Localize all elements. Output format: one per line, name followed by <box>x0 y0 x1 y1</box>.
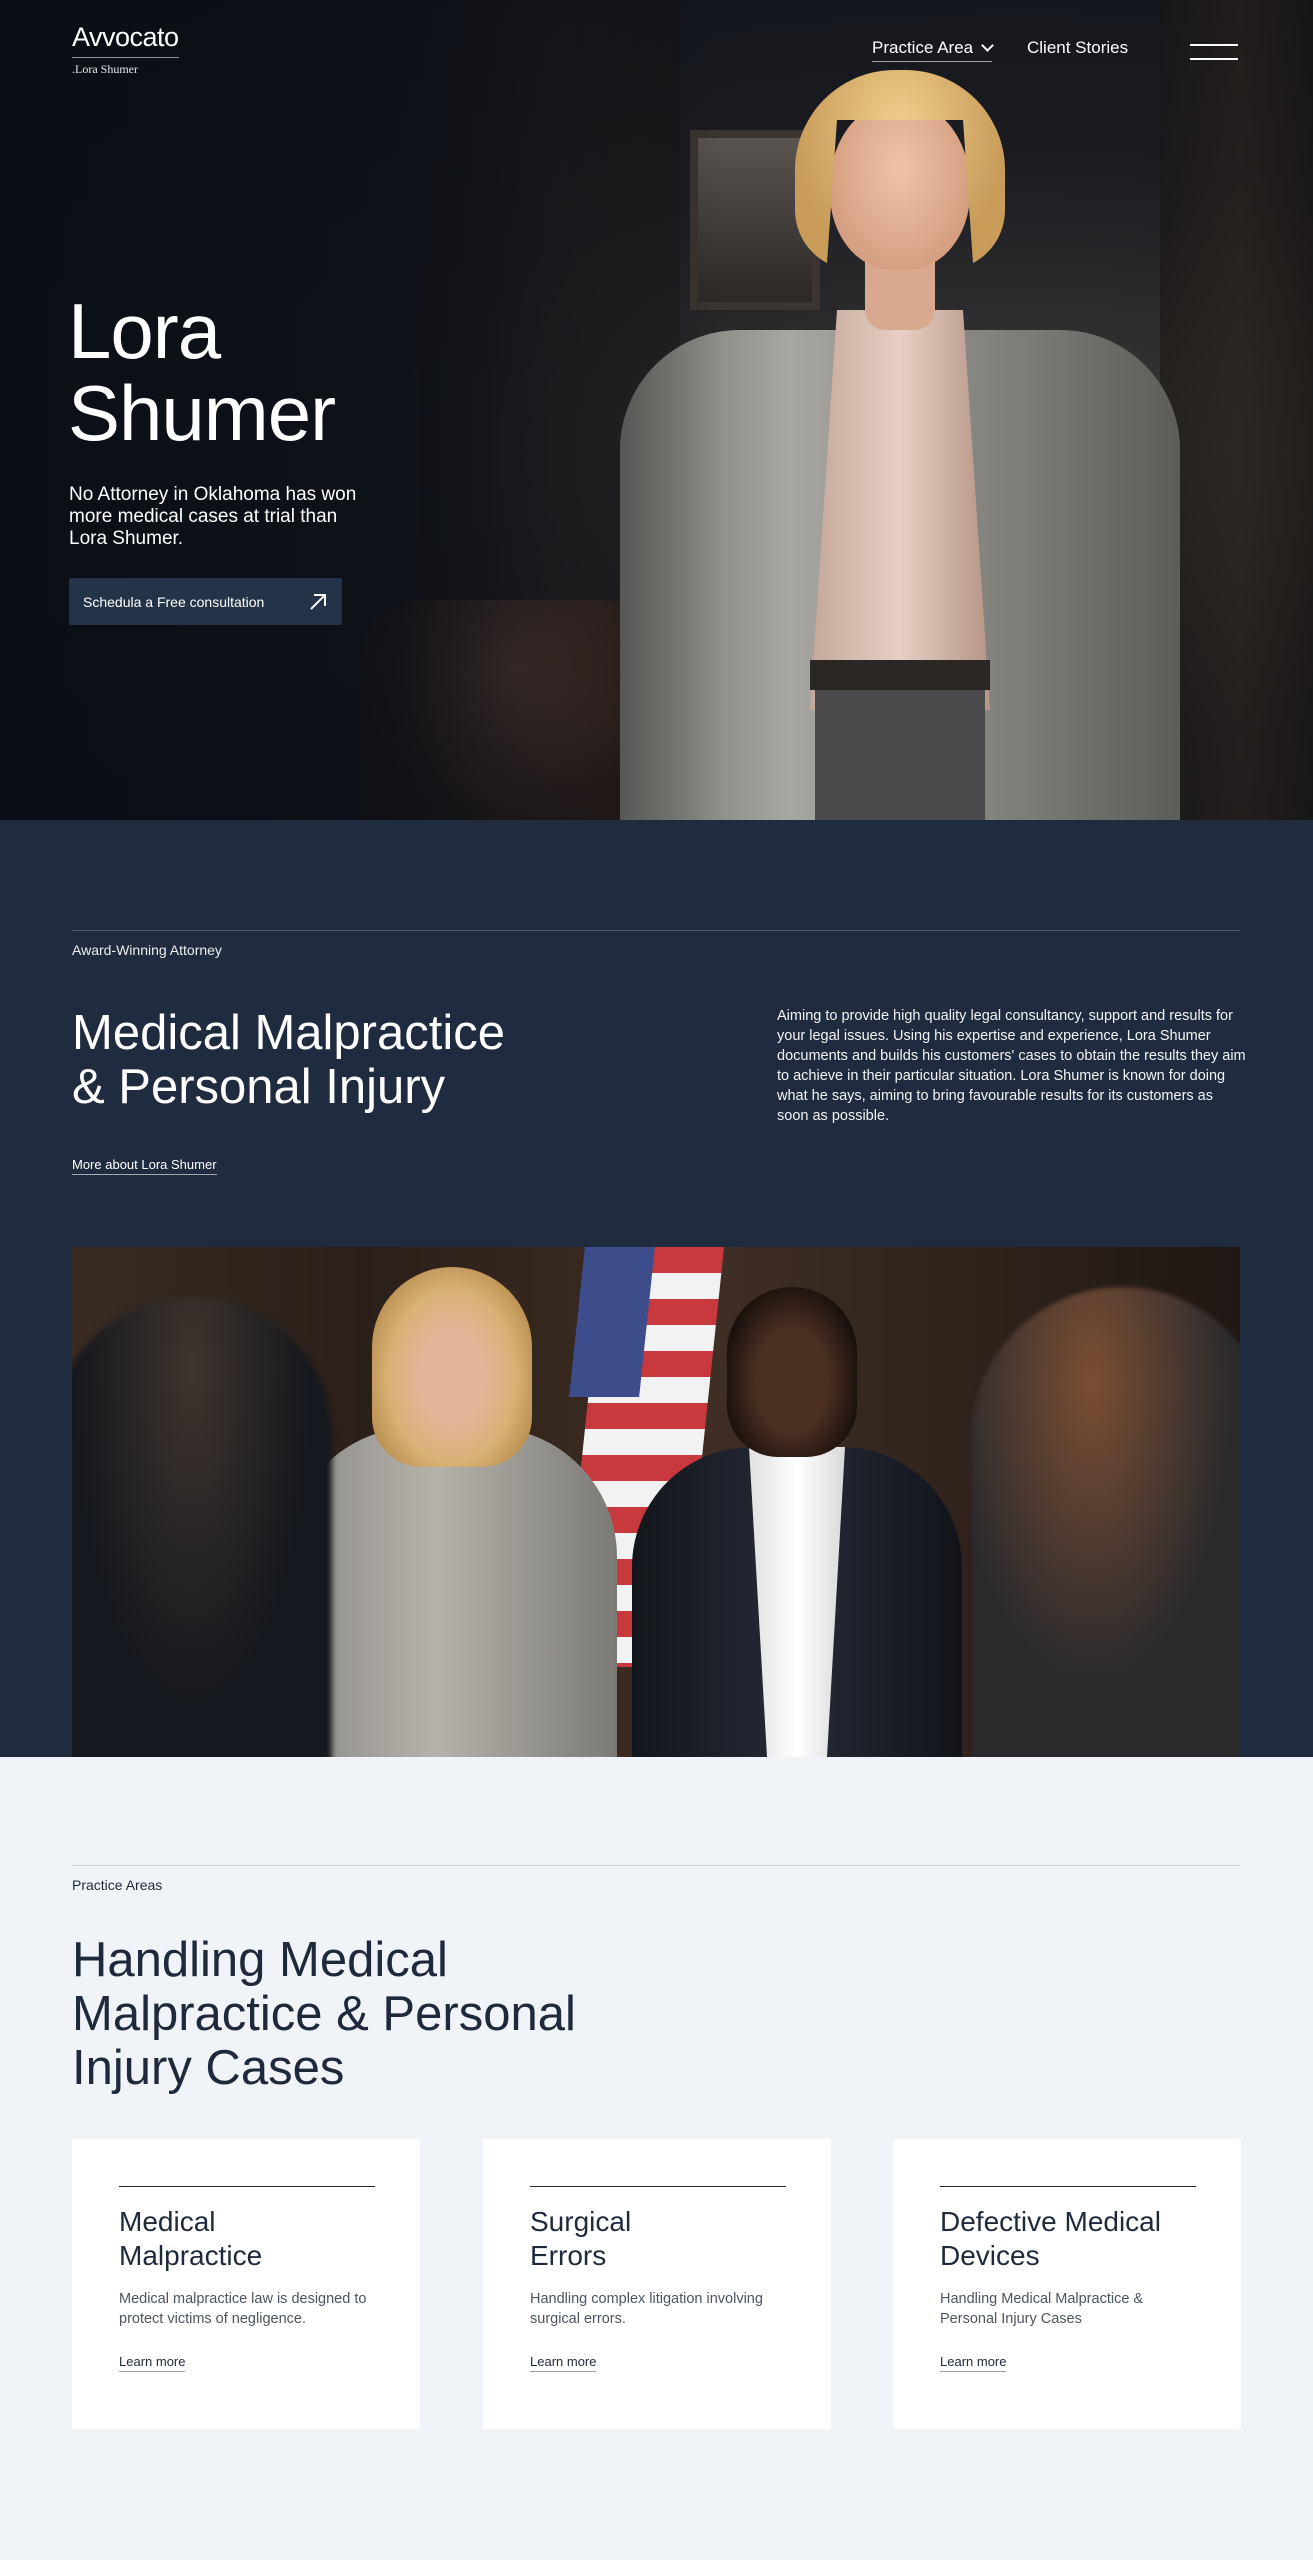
about-heading-line1: Medical Malpractice <box>72 1006 505 1060</box>
card-description: Handling Medical Malpractice & Personal … <box>940 2291 1144 2327</box>
about-paragraph: Aiming to provide high quality legal con… <box>777 1008 1246 1124</box>
nav-practice-area[interactable]: Practice Area <box>872 38 994 62</box>
card-title-line1: Medical <box>119 2206 216 2237</box>
brand-name: Avvocato <box>72 22 179 58</box>
about-heading-line2: & Personal Injury <box>72 1060 446 1114</box>
arrow-up-right-icon <box>310 593 326 610</box>
practice-card-medical-malpractice: Medical Malpractice Medical malpractice … <box>72 2139 420 2429</box>
card-title: Medical Malpractice <box>119 2205 374 2273</box>
hero-section: Avvocato .Lora Shumer Practice Area Clie… <box>0 0 1313 820</box>
about-section: Award-Winning Attorney Medical Malpracti… <box>0 820 1313 1757</box>
card-divider <box>119 2186 375 2187</box>
hero-title-line1: Lora <box>68 287 221 375</box>
divider <box>72 1865 1240 1866</box>
hero-title: Lora Shumer <box>68 290 468 454</box>
practice-card-defective-devices: Defective Medical Devices Handling Medic… <box>893 2139 1241 2429</box>
learn-more-link[interactable]: Learn more <box>530 2354 597 2372</box>
card-title: Defective Medical Devices <box>940 2205 1195 2273</box>
brand-logo[interactable]: Avvocato .Lora Shumer <box>72 22 179 77</box>
card-divider <box>940 2186 1196 2187</box>
learn-more-link[interactable]: Learn more <box>119 2354 186 2372</box>
consultation-button[interactable]: Schedula a Free consultation <box>69 578 342 625</box>
practice-card-surgical-errors: Surgical Errors Handling complex litigat… <box>483 2139 831 2429</box>
hero-description: No Attorney in Oklahoma has won more med… <box>69 484 357 549</box>
nav-client-stories[interactable]: Client Stories <box>1027 38 1128 58</box>
more-about-link[interactable]: More about Lora Shumer <box>72 1157 217 1175</box>
practice-eyebrow: Practice Areas <box>72 1877 163 1893</box>
about-eyebrow: Award-Winning Attorney <box>72 942 222 958</box>
practice-heading-line2: Malpractice & Personal <box>72 1987 576 2041</box>
card-title-line1: Defective Medical <box>940 2206 1161 2237</box>
about-heading: Medical Malpractice & Personal Injury <box>72 1006 592 1114</box>
practice-heading: Handling Medical Malpractice & Personal … <box>72 1933 652 2095</box>
card-title-line2: Devices <box>940 2240 1040 2271</box>
nav-practice-area-label: Practice Area <box>872 38 974 57</box>
hero-title-line2: Shumer <box>68 369 336 457</box>
card-title-line2: Errors <box>530 2240 607 2271</box>
chevron-down-icon <box>981 39 994 52</box>
practice-heading-line1: Handling Medical <box>72 1933 448 1987</box>
practice-areas-section: Practice Areas Handling Medical Malpract… <box>0 1757 1313 2560</box>
divider <box>72 930 1240 931</box>
card-description: Handling complex litigation involving su… <box>530 2291 763 2327</box>
learn-more-link[interactable]: Learn more <box>940 2354 1007 2372</box>
card-title-line1: Surgical <box>530 2206 632 2237</box>
card-title: Surgical Errors <box>530 2205 785 2273</box>
card-divider <box>530 2186 786 2187</box>
brand-tagline: .Lora Shumer <box>72 62 138 76</box>
practice-heading-line3: Injury Cases <box>72 2041 345 2095</box>
card-description: Medical malpractice law is designed to p… <box>119 2291 367 2327</box>
consultation-button-label: Schedula a Free consultation <box>83 593 265 610</box>
card-title-line2: Malpractice <box>119 2240 263 2271</box>
hamburger-menu-icon[interactable] <box>1190 44 1238 60</box>
team-meeting-photo <box>72 1247 1240 1757</box>
